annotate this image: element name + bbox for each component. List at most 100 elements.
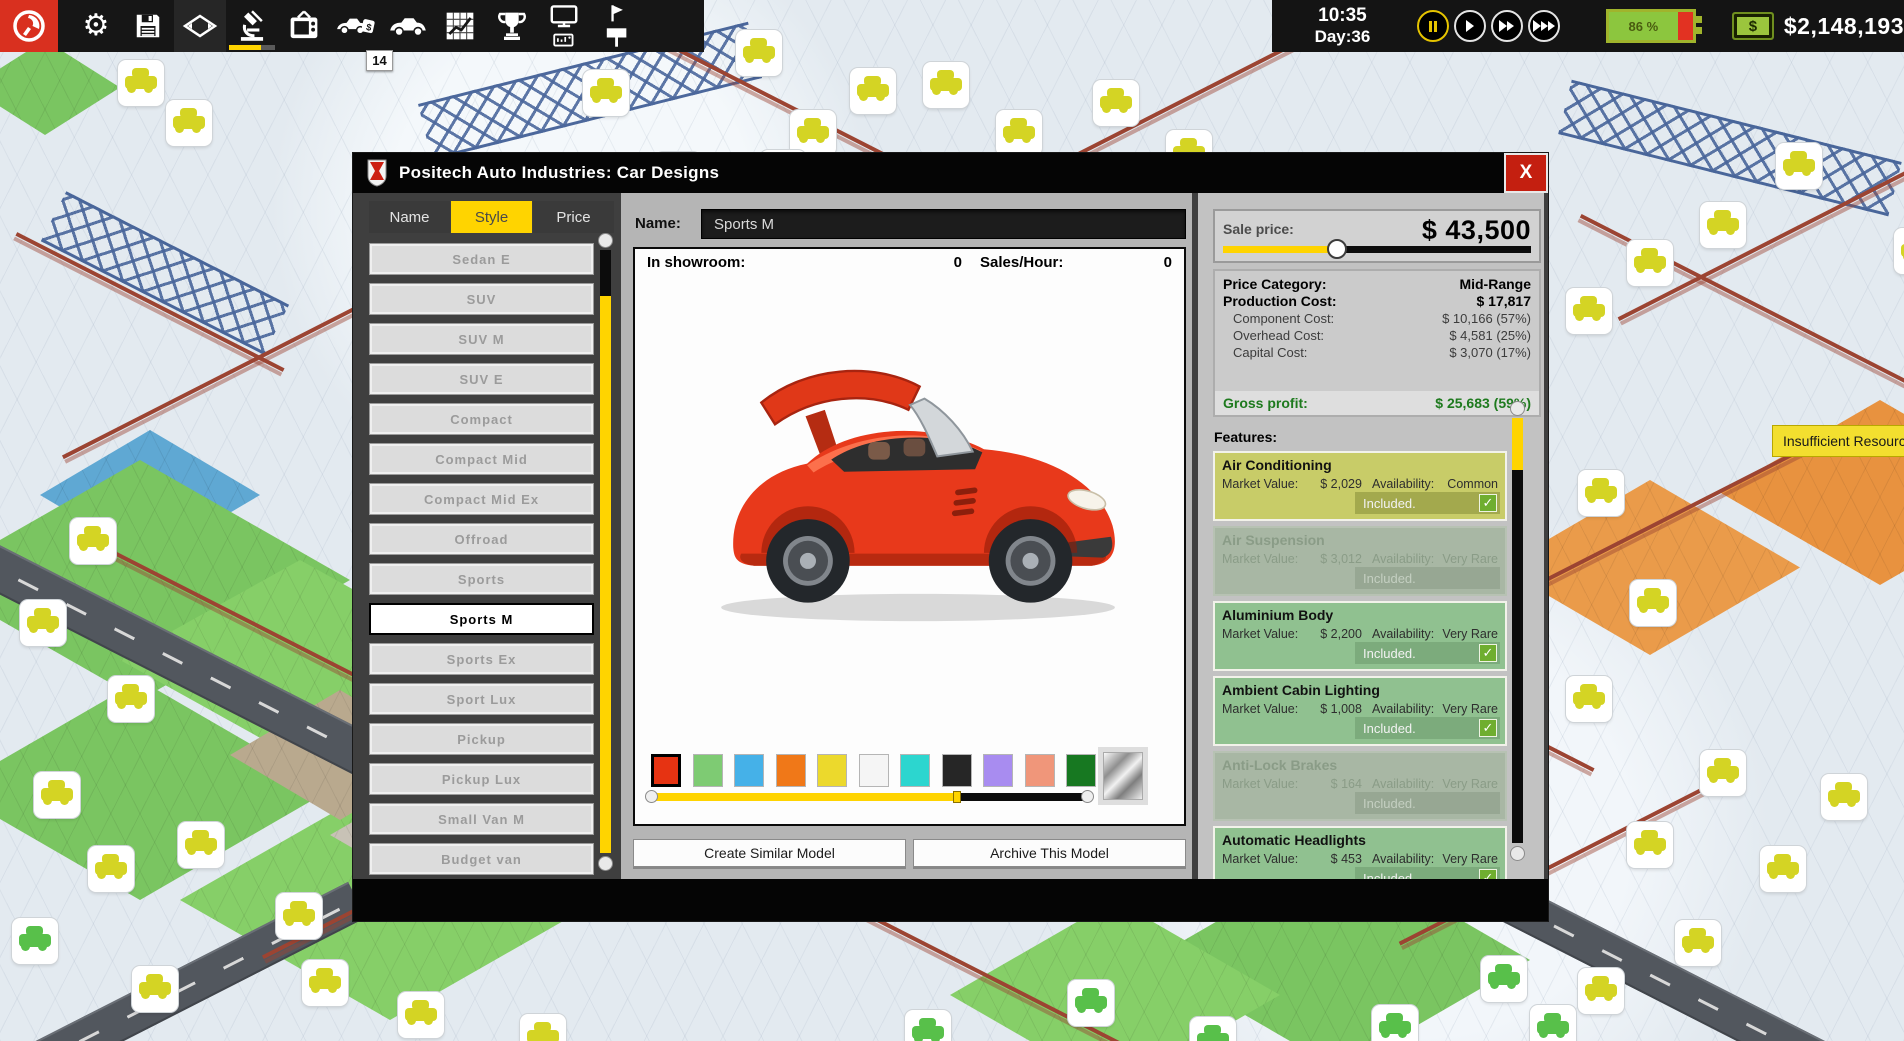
model-suv-e[interactable]: SUV E [369,363,594,395]
money-display: $ $2,148,193 [1732,12,1904,40]
car-glyph [930,78,962,91]
feature-ambient-cabin-lighting[interactable]: Ambient Cabin Lighting Market Value:$ 1,0… [1213,676,1507,746]
model-compact[interactable]: Compact [369,403,594,435]
scroll-track[interactable] [600,296,611,853]
game-logo-icon[interactable] [0,0,58,52]
scroll-up-knob[interactable] [1510,401,1525,416]
features-scrollbar[interactable] [1511,401,1524,861]
paint-swatch-5[interactable] [859,754,889,787]
research-icon[interactable] [226,0,278,52]
model-sports-ex[interactable]: Sports Ex [369,643,594,675]
car-glyph [27,616,59,629]
paint-swatch-6[interactable] [900,754,930,787]
car-tile [1700,750,1746,796]
scroll-down-knob[interactable] [1510,846,1525,861]
paint-swatch-7[interactable] [942,754,972,787]
vehicles-icon[interactable] [382,0,434,52]
paint-swatch-10[interactable] [1066,754,1096,787]
car-glyph [1488,972,1520,985]
availability-value: Very Rare [1434,702,1498,716]
tab-price[interactable]: Price [533,201,614,233]
play-button[interactable] [1454,10,1486,42]
save-icon[interactable] [122,0,174,52]
included-checkbox[interactable]: ✓ [1479,644,1497,662]
model-suv-m[interactable]: SUV M [369,323,594,355]
sale-price-slider[interactable] [1223,246,1531,253]
scroll-track[interactable] [1512,470,1523,843]
car-tile [118,60,164,106]
car-glyph [1003,126,1035,139]
feature-name: Ambient Cabin Lighting [1222,682,1498,698]
model-suv[interactable]: SUV [369,283,594,315]
feature-anti-lock-brakes[interactable]: Anti-Lock BrakesMarket Value:$ 164Availa… [1213,751,1507,821]
car-glyph [1783,159,1815,172]
signs-icon[interactable] [590,0,642,52]
model-compact-mid[interactable]: Compact Mid [369,443,594,475]
scroll-thumb[interactable] [600,250,611,296]
model-budget-van[interactable]: Budget van [369,843,594,875]
scroll-up-knob[interactable] [598,233,613,248]
metallic-paint-swatch[interactable] [1103,752,1143,800]
view-icon[interactable] [174,0,226,52]
car-tile [1700,202,1746,248]
model-sedan-e[interactable]: Sedan E [369,243,594,275]
scroll-down-knob[interactable] [598,856,613,871]
archive-model-button[interactable]: Archive This Model [913,839,1186,867]
feature-name: Air Suspension [1222,532,1498,548]
tab-style[interactable]: Style [451,201,532,233]
car-tile [1190,1017,1236,1041]
stats-icon[interactable] [434,0,486,52]
paint-swatch-1[interactable] [693,754,723,787]
fast-button[interactable] [1491,10,1523,42]
market-value: $ 3,012 [1298,552,1372,566]
fastest-button[interactable] [1528,10,1560,42]
paint-swatch-0[interactable] [651,754,681,787]
sale-price-knob[interactable] [1327,239,1347,259]
gross-profit-row: Gross profit: $ 25,683 (59%) [1215,391,1539,415]
paint-swatch-4[interactable] [817,754,847,787]
showroom-label: In showroom: [647,254,745,275]
feature-aluminium-body[interactable]: Aluminium BodyMarket Value:$ 2,200Availa… [1213,601,1507,671]
market-value-label: Market Value: [1222,702,1298,716]
feature-name: Automatic Headlights [1222,832,1498,848]
included-checkbox[interactable]: ✓ [1479,494,1497,512]
achievements-icon[interactable] [486,0,538,52]
create-similar-model-button[interactable]: Create Similar Model [633,839,906,867]
feature-name: Air Conditioning [1222,457,1498,473]
car-glyph [19,934,51,947]
slider-left-knob[interactable] [645,790,658,803]
model-pickup[interactable]: Pickup [369,723,594,755]
paint-swatch-3[interactable] [776,754,806,787]
color-slider[interactable] [651,793,1088,801]
metallic-pad [1098,747,1148,805]
car-tile [20,600,66,646]
marketing-icon[interactable] [278,0,330,52]
model-sport-lux[interactable]: Sport Lux [369,683,594,715]
showroom-icon[interactable]: $ [330,0,382,52]
slider-right-knob[interactable] [1081,790,1094,803]
paint-swatch-8[interactable] [983,754,1013,787]
model-offroad[interactable]: Offroad [369,523,594,555]
model-list-scrollbar[interactable] [599,233,612,871]
slider-mid-knob[interactable] [953,791,961,803]
model-sports-m[interactable]: Sports M [369,603,594,635]
cost-row: Production Cost:$ 17,817 [1223,293,1531,310]
feature-air-suspension[interactable]: Air SuspensionMarket Value:$ 3,012Availa… [1213,526,1507,596]
model-compact-mid-ex[interactable]: Compact Mid Ex [369,483,594,515]
market-value: $ 1,008 [1298,702,1372,716]
included-checkbox[interactable]: ✓ [1479,719,1497,737]
car-glyph [139,982,171,995]
model-name-input[interactable]: Sports M [701,209,1186,239]
paint-swatch-2[interactable] [734,754,764,787]
paint-swatch-9[interactable] [1025,754,1055,787]
settings-icon[interactable]: ⚙ [70,0,122,52]
model-pickup-lux[interactable]: Pickup Lux [369,763,594,795]
scroll-thumb[interactable] [1512,418,1523,470]
close-button[interactable]: X [1504,153,1548,193]
model-sports[interactable]: Sports [369,563,594,595]
pause-button[interactable] [1417,10,1449,42]
feature-air-conditioning[interactable]: Air ConditioningMarket Value:$ 2,029Avai… [1213,451,1507,521]
displays-icon[interactable] [538,0,590,52]
model-small-van-m[interactable]: Small Van M [369,803,594,835]
tab-name[interactable]: Name [369,201,450,233]
